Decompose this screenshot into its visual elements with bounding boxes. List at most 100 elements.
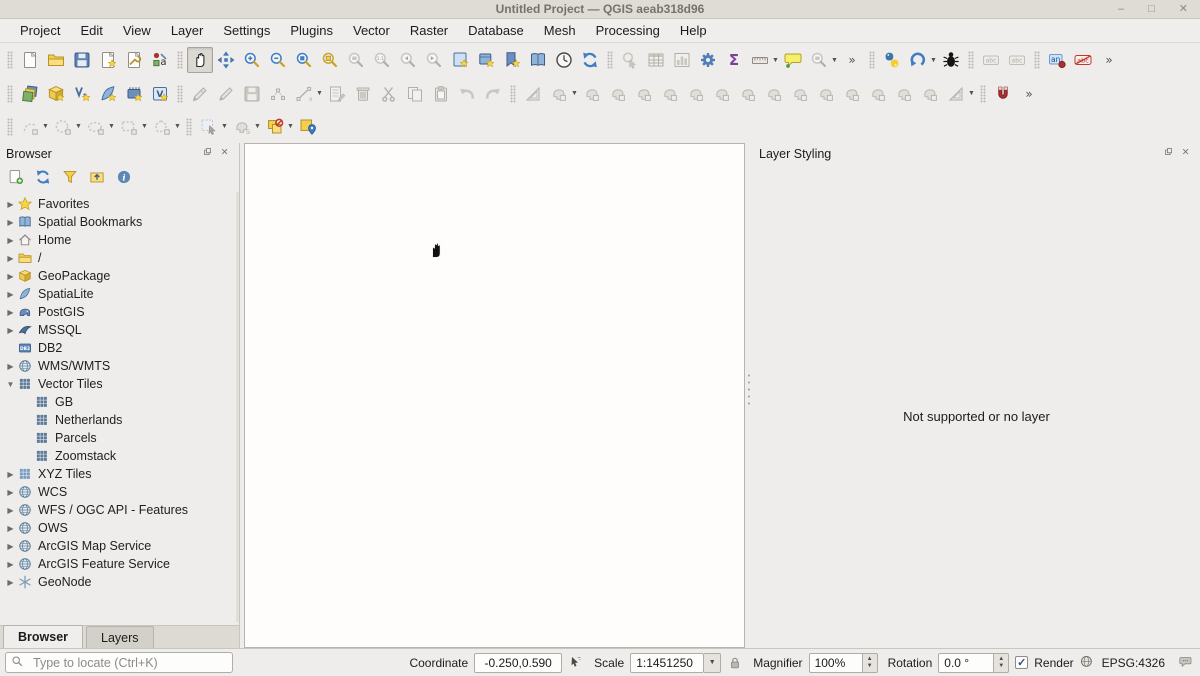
magnifier-spinner[interactable]: ▲▼ — [863, 653, 878, 673]
browser-refresh-button[interactable] — [32, 166, 54, 188]
tree-item-home[interactable]: ▶Home — [0, 231, 239, 249]
new-print-layout-button[interactable] — [95, 47, 121, 73]
zoom-in-button[interactable] — [239, 47, 265, 73]
python-console-button[interactable] — [879, 47, 905, 73]
extent-toggle-icon[interactable] — [568, 655, 584, 671]
tree-item-arcgis-map-service[interactable]: ▶ArcGIS Map Service — [0, 537, 239, 555]
toolbar-grip[interactable] — [7, 51, 13, 69]
processing-history-dropdown-arrow[interactable]: ▼ — [929, 57, 938, 64]
toolbar-grip[interactable] — [177, 51, 183, 69]
select-by-location-button[interactable] — [295, 114, 321, 140]
tree-item-geonode[interactable]: ▶GeoNode — [0, 573, 239, 591]
deselect-features-button[interactable] — [262, 114, 288, 140]
layer-labeling-options-button[interactable]: an — [1044, 47, 1070, 73]
save-project-button[interactable] — [69, 47, 95, 73]
show-spatial-bookmarks-button[interactable] — [525, 47, 551, 73]
map-canvas[interactable] — [244, 143, 745, 648]
show-statistical-summary-button[interactable]: Σ — [721, 47, 747, 73]
new-virtual-layer-button[interactable]: V — [147, 81, 173, 107]
toolbar-overflow-1-button[interactable]: » — [839, 47, 865, 73]
tree-item-arcgis-feature-service[interactable]: ▶ArcGIS Feature Service — [0, 555, 239, 573]
coordinate-field[interactable]: -0.250,0.590 — [474, 653, 562, 673]
tree-item-mssql[interactable]: ▶MSSQL — [0, 321, 239, 339]
menu-edit[interactable]: Edit — [70, 21, 112, 40]
tree-item-wms-wmts[interactable]: ▶WMS/WMTS — [0, 357, 239, 375]
tree-item-[interactable]: ▶/ — [0, 249, 239, 267]
data-source-manager-button[interactable] — [17, 81, 43, 107]
toolbar-overflow-3-button[interactable]: » — [1016, 81, 1042, 107]
open-project-button[interactable] — [43, 47, 69, 73]
lock-scale-icon[interactable] — [727, 655, 743, 671]
tree-item-postgis[interactable]: ▶PostGIS — [0, 303, 239, 321]
tree-expander[interactable]: ▶ — [4, 488, 17, 497]
tree-item-favorites[interactable]: ▶Favorites — [0, 195, 239, 213]
toolbar-grip[interactable] — [1034, 51, 1040, 69]
processing-toolbox-button[interactable] — [695, 47, 721, 73]
menu-plugins[interactable]: Plugins — [280, 21, 343, 40]
zoom-out-button[interactable] — [265, 47, 291, 73]
tree-expander[interactable]: ▶ — [4, 290, 17, 299]
toolbar-grip[interactable] — [968, 51, 974, 69]
tree-expander[interactable]: ▶ — [4, 560, 17, 569]
tree-item-db2[interactable]: DB2DB2 — [0, 339, 239, 357]
rotation-field[interactable]: 0.0 ° — [938, 653, 994, 673]
tree-expander[interactable]: ▶ — [4, 578, 17, 587]
browser-add-layer-button[interactable] — [5, 166, 27, 188]
browser-collapse-all-button[interactable] — [86, 166, 108, 188]
zoom-full-button[interactable] — [291, 47, 317, 73]
menu-layer[interactable]: Layer — [161, 21, 214, 40]
browser-close-icon[interactable] — [221, 148, 233, 160]
tree-expander[interactable]: ▶ — [4, 524, 17, 533]
toolbar-grip[interactable] — [177, 85, 183, 103]
menu-help[interactable]: Help — [670, 21, 717, 40]
scale-dropdown-arrow[interactable]: ▼ — [704, 653, 721, 673]
menu-settings[interactable]: Settings — [213, 21, 280, 40]
toolbar-grip[interactable] — [869, 51, 875, 69]
minimize-button[interactable]: – — [1118, 1, 1124, 17]
menu-processing[interactable]: Processing — [586, 21, 670, 40]
close-button[interactable]: ✕ — [1179, 1, 1188, 17]
maximize-button[interactable]: □ — [1148, 1, 1155, 17]
tree-expander[interactable]: ▶ — [4, 308, 17, 317]
messages-icon[interactable] — [1179, 655, 1195, 671]
tree-item-wcs[interactable]: ▶WCS — [0, 483, 239, 501]
deselect-features-dropdown-arrow[interactable]: ▼ — [286, 123, 295, 130]
tree-scrollbar[interactable] — [236, 192, 239, 622]
styling-close-icon[interactable] — [1182, 148, 1194, 160]
menu-database[interactable]: Database — [458, 21, 534, 40]
browser-float-icon[interactable] — [204, 148, 216, 160]
new-temporary-scratch-layer-button[interactable] — [121, 81, 147, 107]
tree-expander[interactable]: ▼ — [4, 380, 17, 389]
new-3d-map-view-button[interactable] — [473, 47, 499, 73]
new-geopackage-layer-button[interactable] — [43, 81, 69, 107]
locator-input[interactable] — [31, 655, 221, 671]
tree-expander[interactable]: ▶ — [4, 236, 17, 245]
new-project-button[interactable] — [17, 47, 43, 73]
toolbar-grip[interactable] — [607, 51, 613, 69]
tree-item-zoomstack[interactable]: Zoomstack — [0, 447, 239, 465]
scale-field[interactable]: 1:1451250 — [630, 653, 704, 673]
menu-project[interactable]: Project — [10, 21, 70, 40]
enable-snapping-button[interactable] — [990, 81, 1016, 107]
crs-status[interactable]: EPSG:4326 — [1102, 656, 1165, 670]
rotation-spinner[interactable]: ▲▼ — [994, 653, 1009, 673]
tree-item-gb[interactable]: GB — [0, 393, 239, 411]
toolbar-grip[interactable] — [510, 85, 516, 103]
pan-map-button[interactable] — [187, 47, 213, 73]
locator-box[interactable] — [5, 652, 233, 673]
styling-float-icon[interactable] — [1165, 148, 1177, 160]
toolbar-grip[interactable] — [7, 118, 13, 136]
tree-expander[interactable]: ▶ — [4, 506, 17, 515]
new-shapefile-layer-button[interactable] — [69, 81, 95, 107]
tree-item-wfs-ogc-api-features[interactable]: ▶WFS / OGC API - Features — [0, 501, 239, 519]
tree-item-ows[interactable]: ▶OWS — [0, 519, 239, 537]
style-manager-button[interactable]: a — [147, 47, 173, 73]
tree-item-vector-tiles[interactable]: ▼Vector Tiles — [0, 375, 239, 393]
magnifier-field[interactable]: 100% — [809, 653, 863, 673]
menu-vector[interactable]: Vector — [343, 21, 400, 40]
panel-splitter[interactable] — [745, 143, 753, 648]
map-tips-button[interactable] — [780, 47, 806, 73]
crs-globe-icon[interactable] — [1080, 655, 1096, 671]
pan-map-to-selection-button[interactable] — [213, 47, 239, 73]
tree-item-netherlands[interactable]: Netherlands — [0, 411, 239, 429]
